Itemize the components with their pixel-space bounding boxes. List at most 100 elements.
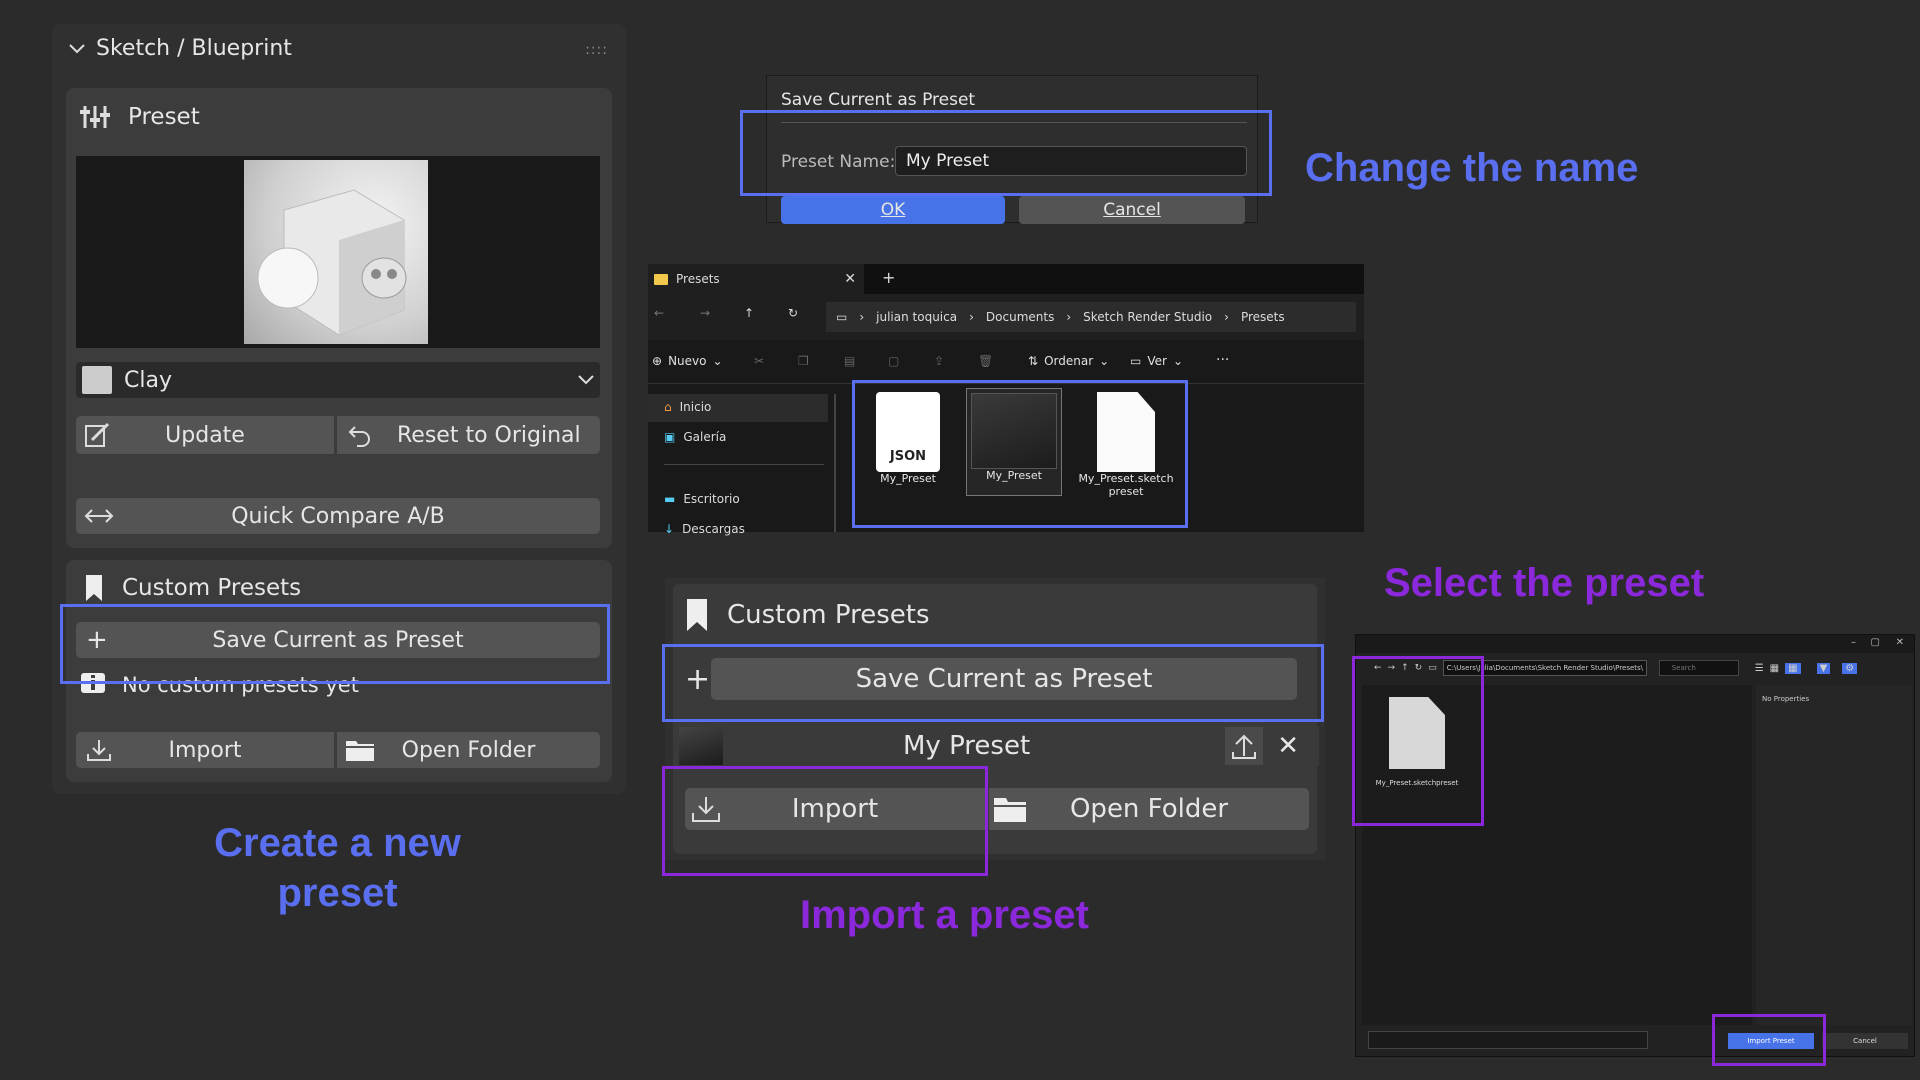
- no-presets-message: No custom presets yet: [80, 672, 359, 698]
- preset-name-label: Preset Name:: [781, 152, 896, 172]
- file-item-json[interactable]: JSON My_Preset: [868, 392, 948, 485]
- explorer-splitter[interactable]: [834, 394, 836, 532]
- share-icon[interactable]: ⇪: [934, 354, 944, 368]
- save-current-as-preset-button-zoom[interactable]: + Save Current as Preset: [685, 658, 1297, 700]
- file-name: My_Preset: [986, 469, 1042, 482]
- open-folder-button[interactable]: Open Folder: [337, 732, 600, 768]
- preset-select-dropdown[interactable]: Clay: [76, 362, 600, 398]
- update-label: Update: [165, 422, 245, 448]
- fb-cancel-button[interactable]: Cancel: [1822, 1033, 1908, 1049]
- preset-section: Preset Clay Update Reset to Original Qui…: [66, 88, 612, 548]
- minimize-icon[interactable]: –: [1851, 637, 1856, 648]
- json-file-icon: JSON: [876, 392, 940, 472]
- file-doc-icon: [1389, 697, 1445, 769]
- image-thumbnail: [971, 393, 1057, 469]
- open-folder-label: Open Folder: [401, 737, 536, 763]
- preset-name-input[interactable]: [895, 146, 1247, 176]
- sort-button[interactable]: ⇅ Ordenar ⌄: [1028, 354, 1109, 368]
- file-explorer-window: Presets ✕ + ← → ↑ ↻ ▭ › julian toquica › D…: [648, 264, 1364, 536]
- sidebar-item-inicio[interactable]: ⌂ Inicio: [664, 400, 711, 414]
- preset-select-value: Clay: [124, 367, 172, 393]
- sidebar-item-descargas[interactable]: ↓ Descargas: [664, 522, 745, 536]
- fb-file-item[interactable]: My_Preset.sketchpreset: [1372, 697, 1462, 787]
- import-preset-button[interactable]: Import Preset: [1728, 1033, 1814, 1049]
- cancel-button[interactable]: Cancel: [1019, 196, 1245, 224]
- export-icon[interactable]: [1225, 727, 1264, 765]
- maximize-icon[interactable]: ▢: [1871, 637, 1880, 648]
- preset-header: Preset: [80, 104, 200, 130]
- remove-icon[interactable]: ✕: [1277, 731, 1299, 761]
- preset-list-item[interactable]: My Preset ✕: [679, 726, 1319, 766]
- download-icon: [691, 795, 721, 823]
- back-arrow-icon[interactable]: ←: [1374, 663, 1382, 673]
- breadcrumb-sep: ›: [859, 310, 865, 324]
- import-label: Import: [168, 737, 242, 763]
- sidebar-item-galeria[interactable]: ▣ Galería: [664, 430, 726, 444]
- list-view-icon[interactable]: ☰: [1755, 663, 1764, 674]
- refresh-icon[interactable]: ↻: [788, 306, 798, 320]
- file-name: My_Preset: [880, 472, 936, 485]
- panel-header[interactable]: Sketch / Blueprint: [68, 36, 292, 61]
- custom-presets-zoom: Custom Presets + Save Current as Preset …: [665, 578, 1325, 860]
- document-file-icon: [1097, 392, 1155, 472]
- view-button[interactable]: ▭ Ver ⌄: [1130, 354, 1183, 368]
- close-icon[interactable]: ✕: [1896, 637, 1904, 648]
- breadcrumb-item[interactable]: julian toquica: [876, 310, 957, 324]
- new-button[interactable]: ⊕ Nuevo ⌄: [652, 354, 723, 368]
- copy-icon[interactable]: ❐: [798, 354, 809, 368]
- open-folder-button-zoom[interactable]: Open Folder: [989, 788, 1309, 830]
- fb-nav-row: ← → ↑ ↻ ▭ C:\Users\Julia\Documents\Sketc…: [1356, 657, 1914, 679]
- breadcrumb-item[interactable]: Presets: [1241, 310, 1285, 324]
- explorer-toolbar: ⊕ Nuevo ⌄ ✂ ❐ ▤ ▢ ⇪ 🗑 ⇅ Ordenar ⌄ ▭ Ver ⌄ ···: [648, 340, 1364, 384]
- sidebar-label: Descargas: [682, 522, 745, 536]
- new-tab-icon[interactable]: +: [882, 268, 895, 287]
- preset-thumbnail-icon: [679, 727, 723, 765]
- breadcrumb[interactable]: ▭ › julian toquica › Documents › Sketch Ren…: [826, 302, 1356, 332]
- forward-arrow-icon[interactable]: →: [1388, 663, 1396, 673]
- ok-button[interactable]: OK: [781, 196, 1005, 224]
- delete-icon[interactable]: 🗑: [978, 354, 993, 368]
- update-button[interactable]: Update: [76, 416, 334, 454]
- quick-compare-label: Quick Compare A/B: [231, 503, 445, 529]
- drag-handle-icon[interactable]: ::::: [585, 42, 608, 58]
- sidebar-label: Escritorio: [683, 492, 740, 506]
- clay-render-image: [257, 189, 407, 336]
- refresh-icon[interactable]: ↻: [1415, 663, 1423, 673]
- fb-path-field[interactable]: C:\Users\Julia\Documents\Sketch Render S…: [1442, 660, 1647, 676]
- quick-compare-button[interactable]: Quick Compare A/B: [76, 498, 600, 534]
- custom-presets-section: Custom Presets + Save Current as Preset …: [66, 560, 612, 782]
- breadcrumb-item[interactable]: Sketch Render Studio: [1083, 310, 1212, 324]
- breadcrumb-item[interactable]: Documents: [986, 310, 1054, 324]
- rename-icon[interactable]: ▢: [888, 354, 899, 368]
- back-arrow-icon[interactable]: ←: [654, 306, 664, 320]
- explorer-tab[interactable]: Presets ✕: [648, 264, 864, 294]
- open-folder-zoom-label: Open Folder: [1069, 794, 1229, 824]
- forward-arrow-icon[interactable]: →: [700, 306, 710, 320]
- file-item-sketchpreset[interactable]: My_Preset.sketch preset: [1076, 392, 1176, 498]
- chevron-down-icon: [68, 43, 86, 55]
- fb-search-field[interactable]: Search: [1658, 660, 1739, 676]
- no-presets-text: No custom presets yet: [122, 673, 359, 697]
- cut-icon[interactable]: ✂: [754, 354, 764, 368]
- sidebar-item-escritorio[interactable]: ▬ Escritorio: [664, 492, 740, 506]
- settings-gear-icon[interactable]: ⚙: [1842, 662, 1858, 674]
- close-icon[interactable]: ✕: [844, 271, 856, 287]
- import-button-zoom[interactable]: Import: [685, 788, 985, 830]
- file-item-image[interactable]: My_Preset: [966, 388, 1062, 496]
- up-arrow-icon[interactable]: ↑: [744, 306, 754, 320]
- reset-to-original-button[interactable]: Reset to Original: [337, 416, 600, 454]
- plus-circle-icon: ⊕: [652, 354, 663, 368]
- import-button[interactable]: Import: [76, 732, 334, 768]
- download-icon: ↓: [664, 522, 675, 536]
- thumbnail-view-icon[interactable]: ▦: [1785, 662, 1801, 674]
- filter-icon[interactable]: ▼: [1816, 662, 1831, 674]
- new-folder-icon[interactable]: ▭: [1428, 663, 1437, 673]
- save-current-as-preset-button[interactable]: + Save Current as Preset: [76, 622, 600, 658]
- paste-icon[interactable]: ▤: [844, 354, 855, 368]
- undo-icon: [347, 423, 373, 447]
- grid-view-icon[interactable]: ▦: [1770, 663, 1779, 674]
- fb-filename-field[interactable]: [1368, 1031, 1648, 1049]
- parent-dir-icon[interactable]: ↑: [1401, 663, 1409, 673]
- bookmark-icon: [685, 598, 709, 632]
- more-icon[interactable]: ···: [1216, 352, 1229, 368]
